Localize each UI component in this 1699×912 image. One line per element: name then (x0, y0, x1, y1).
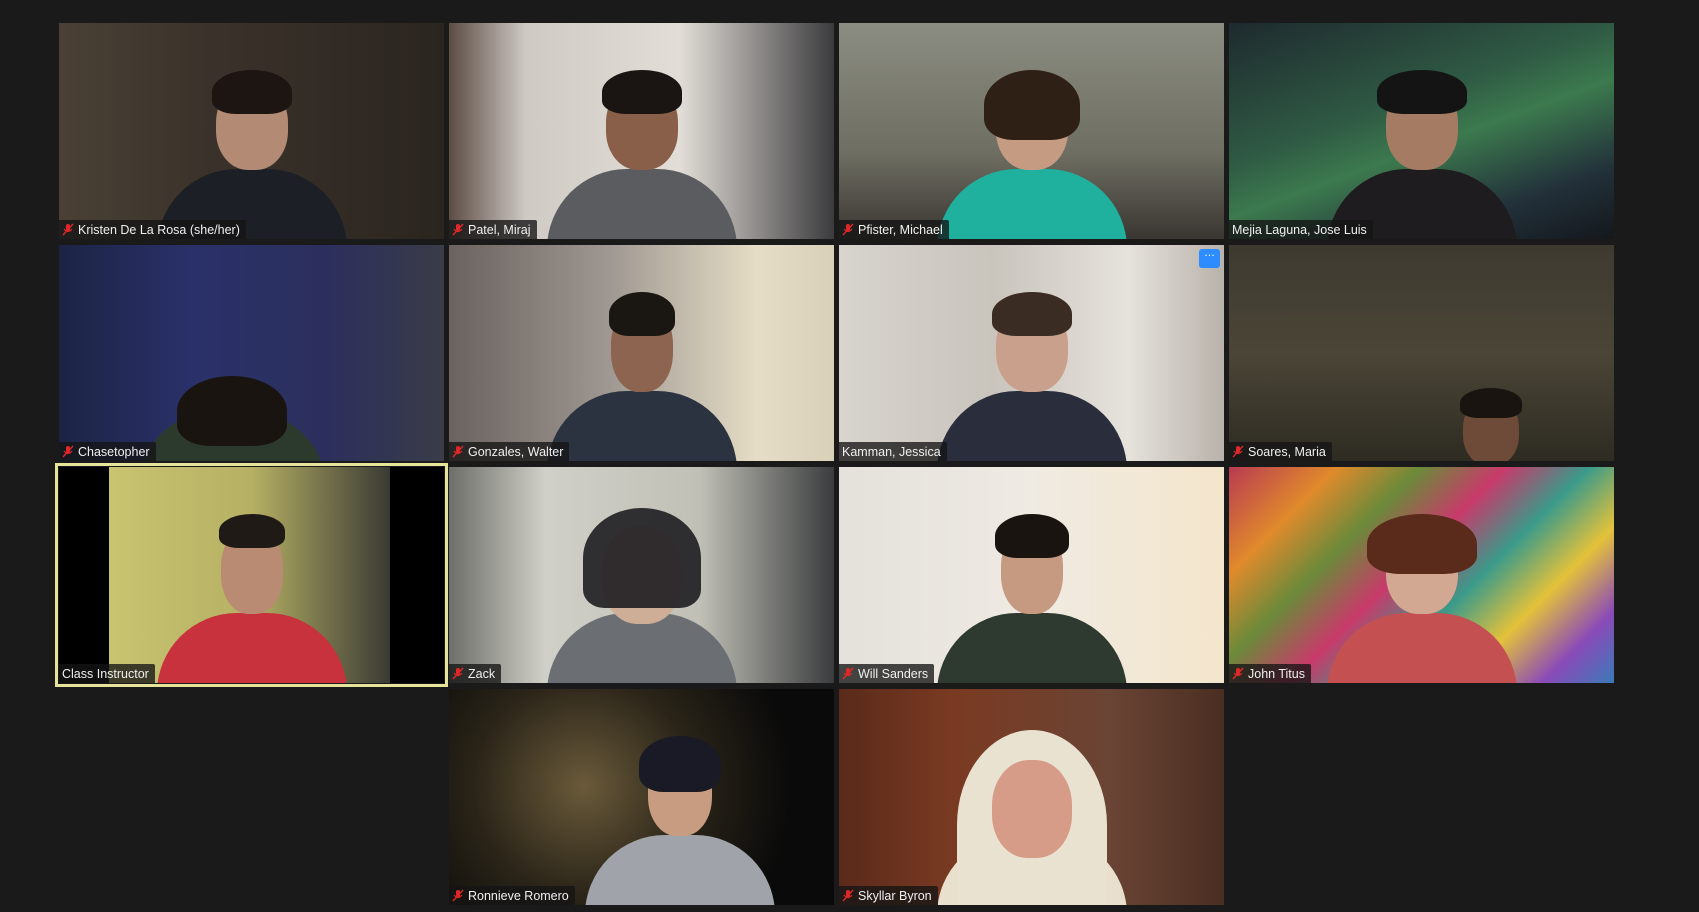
participant-name: Class Instructor (62, 666, 149, 681)
participant-name: Kristen De La Rosa (she/her) (78, 222, 240, 237)
participant-name: Chasetopher (78, 444, 150, 459)
participant-name: Pfister, Michael (858, 222, 943, 237)
video-tile-mejia[interactable]: Mejia Laguna, Jose Luis (1229, 23, 1614, 239)
name-tag: Kamman, Jessica (839, 442, 947, 461)
participant-name: Ronnieve Romero (468, 888, 569, 903)
name-tag: Patel, Miraj (449, 220, 537, 239)
microphone-muted-icon (1232, 667, 1244, 680)
name-tag: Soares, Maria (1229, 442, 1332, 461)
participant-name: Patel, Miraj (468, 222, 531, 237)
participant-name: Mejia Laguna, Jose Luis (1232, 222, 1367, 237)
video-tile-soares[interactable]: Soares, Maria (1229, 245, 1614, 461)
name-tag: Mejia Laguna, Jose Luis (1229, 220, 1373, 239)
microphone-muted-icon (452, 223, 464, 236)
microphone-muted-icon (452, 889, 464, 902)
participant-name: Zack (468, 666, 496, 681)
gallery-view: Kristen De La Rosa (she/her) Patel, Mira… (0, 0, 1699, 912)
microphone-muted-icon (1232, 445, 1244, 458)
name-tag: Skyllar Byron (839, 886, 938, 905)
video-feed (59, 23, 444, 239)
participant-video (137, 286, 328, 461)
name-tag: Chasetopher (59, 442, 156, 461)
participant-name: Soares, Maria (1248, 444, 1326, 459)
video-feed (839, 689, 1224, 905)
participant-video (1326, 64, 1517, 239)
participant-video (936, 286, 1127, 461)
video-tile-john-titus[interactable]: John Titus (1229, 467, 1614, 683)
video-tile-kristen[interactable]: Kristen De La Rosa (she/her) (59, 23, 444, 239)
video-feed (449, 245, 834, 461)
video-feed (1229, 23, 1614, 239)
video-tile-class-instructor[interactable]: Class Instructor (55, 463, 448, 687)
name-tag: Class Instructor (59, 664, 155, 683)
participant-video (546, 508, 737, 683)
video-feed (839, 245, 1224, 461)
participant-video (546, 286, 737, 461)
more-options-button[interactable]: ··· (1199, 249, 1220, 268)
participant-video (546, 64, 737, 239)
video-tile-gonzales[interactable]: Gonzales, Walter (449, 245, 834, 461)
microphone-muted-icon (842, 667, 854, 680)
name-tag: Will Sanders (839, 664, 935, 683)
participant-name: Will Sanders (858, 666, 929, 681)
participant-video (1406, 286, 1576, 461)
video-tile-chasetopher[interactable]: Chasetopher (59, 245, 444, 461)
video-tile-will-sanders[interactable]: Will Sanders (839, 467, 1224, 683)
participant-name: Kamman, Jessica (842, 444, 941, 459)
microphone-muted-icon (452, 445, 464, 458)
participant-video (156, 64, 347, 239)
participant-video (585, 730, 775, 905)
participant-video (1326, 508, 1517, 683)
video-tile-pfister[interactable]: Pfister, Michael (839, 23, 1224, 239)
video-feed (839, 23, 1224, 239)
video-feed (1229, 467, 1614, 683)
name-tag: Pfister, Michael (839, 220, 949, 239)
video-feed (449, 689, 834, 905)
name-tag: Zack (449, 664, 502, 683)
video-feed (1229, 245, 1614, 461)
participant-name: Skyllar Byron (858, 888, 932, 903)
participant-video (936, 64, 1127, 239)
microphone-muted-icon (842, 223, 854, 236)
video-tile-kamman[interactable]: ··· Kamman, Jessica (839, 245, 1224, 461)
name-tag: Kristen De La Rosa (she/her) (59, 220, 246, 239)
microphone-muted-icon (62, 445, 74, 458)
video-tile-patel[interactable]: Patel, Miraj (449, 23, 834, 239)
participant-name: John Titus (1248, 666, 1305, 681)
participant-video (936, 730, 1127, 905)
participant-name: Gonzales, Walter (468, 444, 564, 459)
name-tag: Ronnieve Romero (449, 886, 575, 905)
video-feed (449, 23, 834, 239)
video-tile-ronnieve[interactable]: Ronnieve Romero (449, 689, 834, 905)
video-feed (839, 467, 1224, 683)
video-feed (449, 467, 834, 683)
video-tile-zack[interactable]: Zack (449, 467, 834, 683)
microphone-muted-icon (62, 223, 74, 236)
participant-video (156, 508, 347, 683)
video-feed (59, 467, 444, 683)
microphone-muted-icon (842, 889, 854, 902)
video-feed (59, 245, 444, 461)
name-tag: Gonzales, Walter (449, 442, 570, 461)
name-tag: John Titus (1229, 664, 1311, 683)
video-tile-skyllar[interactable]: Skyllar Byron (839, 689, 1224, 905)
participant-video (936, 508, 1127, 683)
microphone-muted-icon (452, 667, 464, 680)
